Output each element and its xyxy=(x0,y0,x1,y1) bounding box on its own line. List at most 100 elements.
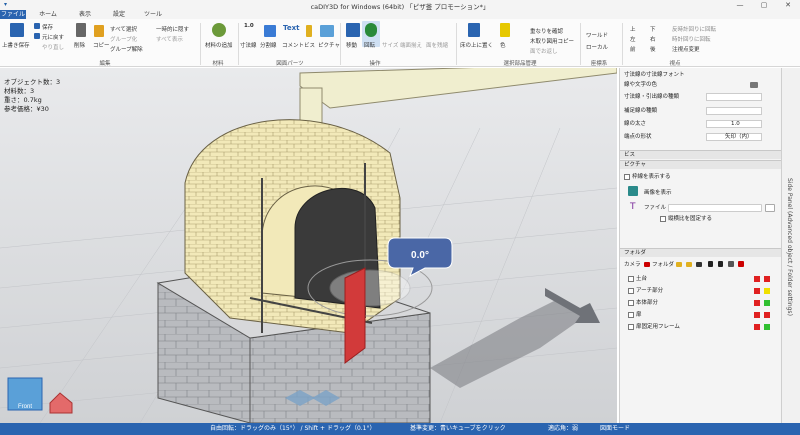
end-shape-select[interactable]: 矢印（内） xyxy=(706,133,762,141)
magnet-button[interactable]: 端面揃え xyxy=(400,41,422,49)
panel-section-picture[interactable]: ピクチャ xyxy=(620,160,782,169)
save-button[interactable]: 保存 xyxy=(42,23,53,31)
aux-style-select[interactable] xyxy=(706,107,762,115)
folder-visible-checkbox[interactable] xyxy=(628,311,634,318)
separator xyxy=(340,23,341,65)
folder-lock-icon[interactable] xyxy=(754,324,760,330)
folder-lock-icon[interactable] xyxy=(754,288,760,294)
coord-world-radio[interactable]: ワールド xyxy=(586,31,608,39)
visibility-icon[interactable] xyxy=(728,261,734,267)
minimize-button[interactable]: — xyxy=(728,0,752,10)
undo-button[interactable]: 元に戻す xyxy=(42,33,64,41)
comment-button[interactable]: コメント xyxy=(282,41,304,49)
selected-door-plane[interactable] xyxy=(344,267,366,364)
dimension-button[interactable]: 寸法線 xyxy=(240,41,257,49)
folder-color-swatch[interactable] xyxy=(764,324,770,330)
folder-row[interactable]: 扉固定用フレーム xyxy=(628,322,776,332)
rotate-button[interactable]: 回転 xyxy=(364,41,375,49)
folder-visible-checkbox[interactable] xyxy=(628,323,634,330)
view-front-button[interactable]: 前 xyxy=(630,45,636,53)
divider-button[interactable]: 分割線 xyxy=(260,41,277,49)
folder-delete-icon[interactable] xyxy=(696,262,702,267)
move-up-icon[interactable] xyxy=(708,261,713,267)
folder-lock-icon[interactable] xyxy=(754,312,760,318)
view-top-button[interactable]: 上 xyxy=(630,25,636,33)
file-input[interactable] xyxy=(668,204,762,212)
3d-viewport[interactable]: 0.0° Front xyxy=(0,68,617,423)
ribbon: 上書き保存 保存 元に戻す やり直し 削除 コピー すべて選択 グループ化 グル… xyxy=(0,19,800,67)
view-cw-button[interactable]: 時計回りに回転 xyxy=(672,35,711,43)
tab-file[interactable]: ファイル xyxy=(0,10,26,19)
view-ccw-button[interactable]: 反時計回りに回転 xyxy=(672,25,716,33)
color-folder-icon[interactable] xyxy=(738,261,744,267)
folder-visible-checkbox[interactable] xyxy=(628,287,634,294)
copy-lumber-button[interactable]: 木取り図用コピー xyxy=(530,37,574,45)
tab-view[interactable]: 表示 xyxy=(74,10,96,19)
panel-section-screw[interactable]: ビス xyxy=(620,150,782,159)
rotation-disc[interactable] xyxy=(329,269,411,307)
folder-color-swatch[interactable] xyxy=(764,300,770,306)
close-distance-button[interactable]: 面でお返し xyxy=(530,47,558,55)
maximize-button[interactable]: ▢ xyxy=(752,0,776,10)
group-label-edit: 編集 xyxy=(99,61,111,67)
tab-settings[interactable]: 設定 xyxy=(108,10,130,19)
folder-add-icon[interactable] xyxy=(676,262,682,267)
folder-open-icon[interactable] xyxy=(686,262,692,267)
view-back-button[interactable]: 後 xyxy=(650,45,656,53)
place-floor-icon xyxy=(468,23,480,37)
side-panel-tab[interactable]: Side Panel (Advanced object / Folder set… xyxy=(781,68,800,423)
fix-aspect-checkbox[interactable] xyxy=(660,215,666,222)
folder-lock-icon[interactable] xyxy=(754,300,760,306)
view-left-button[interactable]: 左 xyxy=(630,35,636,43)
delete-button[interactable]: 削除 xyxy=(74,41,85,49)
folder-color-swatch[interactable] xyxy=(764,276,770,282)
view-right-button[interactable]: 右 xyxy=(650,35,656,43)
color-button[interactable]: 色 xyxy=(500,41,506,49)
browse-button[interactable] xyxy=(765,204,775,212)
slide-button[interactable]: 面を残縮 xyxy=(426,41,448,49)
side-panel-label: Side Panel (Advanced object / Folder set… xyxy=(786,178,793,316)
drawing-style-select[interactable] xyxy=(706,93,762,101)
folder-visible-checkbox[interactable] xyxy=(628,299,634,306)
view-register-button[interactable]: 注視点変更 xyxy=(672,45,700,53)
line-width-select[interactable]: 1.0 xyxy=(706,120,762,128)
folder-label: フォルダ xyxy=(652,262,675,268)
camera-icon[interactable] xyxy=(644,262,650,267)
size-button[interactable]: サイズ xyxy=(382,41,398,49)
hide-temp-button[interactable]: 一時的に隠す xyxy=(156,25,189,33)
folder-visible-checkbox[interactable] xyxy=(628,275,634,282)
folder-color-swatch[interactable] xyxy=(764,312,770,318)
folder-row[interactable]: 扉 xyxy=(628,310,776,320)
check-overlap-button[interactable]: 重なりを確認 xyxy=(530,27,563,35)
group-button[interactable]: グループ化 xyxy=(110,35,137,43)
move-down-icon[interactable] xyxy=(718,261,723,267)
picture-button[interactable]: ピクチャ xyxy=(318,41,340,49)
show-frame-checkbox[interactable] xyxy=(624,173,630,180)
move-button[interactable]: 移動 xyxy=(346,41,357,49)
folder-row[interactable]: 本体部分 xyxy=(628,298,776,308)
show-all-button[interactable]: すべて表示 xyxy=(156,35,183,43)
coord-local-radio[interactable]: ローカル xyxy=(586,43,608,51)
color-swatch[interactable] xyxy=(750,82,758,88)
tab-tools[interactable]: ツール xyxy=(142,10,164,19)
aux-style-label: 補足線の種類 xyxy=(624,108,658,114)
folder-color-swatch[interactable] xyxy=(764,288,770,294)
select-all-button[interactable]: すべて選択 xyxy=(110,25,137,33)
folder-row[interactable]: アーチ部分 xyxy=(628,286,776,296)
view-bottom-button[interactable]: 下 xyxy=(650,25,656,33)
panel-section-folder[interactable]: フォルダ xyxy=(620,248,782,257)
quick-access-toolbar[interactable]: ▾ xyxy=(4,1,7,8)
tab-home[interactable]: ホーム xyxy=(34,10,62,19)
close-button[interactable]: ✕ xyxy=(776,0,800,10)
folder-lock-icon[interactable] xyxy=(754,276,760,282)
folder-row[interactable]: 土台 xyxy=(628,274,776,284)
save-overwrite-button[interactable]: 上書き保存 xyxy=(2,41,30,49)
separator xyxy=(456,23,457,65)
place-on-floor-button[interactable]: 床の上に置く xyxy=(460,41,493,49)
picture-icon xyxy=(320,25,334,37)
redo-button[interactable]: やり直し xyxy=(42,43,64,51)
material-add-button[interactable]: 材料の追加 xyxy=(205,41,233,49)
copy-button[interactable]: コピー xyxy=(93,41,110,49)
ungroup-button[interactable]: グループ解除 xyxy=(110,45,143,53)
screw-button[interactable]: ビス xyxy=(304,41,315,49)
